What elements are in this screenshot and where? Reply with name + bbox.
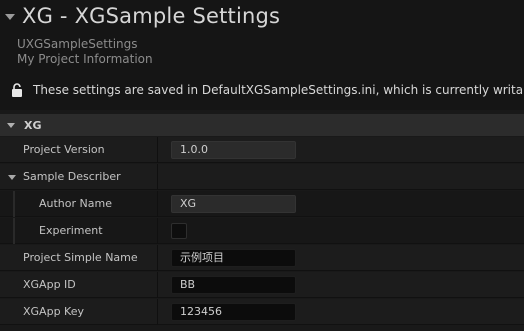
collapse-arrow-icon[interactable] — [5, 14, 15, 20]
column-divider[interactable] — [157, 245, 158, 271]
save-notice-text: These settings are saved in DefaultXGSam… — [33, 83, 524, 97]
property-row-xgapp-id: XGApp ID BB — [0, 272, 524, 298]
property-row-experiment: Experiment — [0, 218, 524, 244]
property-row-sample-describer[interactable]: Sample Describer — [0, 164, 524, 190]
indent-guide — [13, 218, 15, 244]
property-label: XGApp Key — [23, 305, 84, 318]
property-label: Experiment — [39, 224, 103, 237]
category-description: My Project Information — [17, 52, 153, 66]
property-label: Project Version — [23, 143, 105, 156]
project-version-field[interactable]: 1.0.0 — [171, 141, 296, 159]
indent-guide — [13, 191, 15, 217]
property-label: Author Name — [39, 197, 112, 210]
triangle-down-icon[interactable] — [8, 175, 16, 180]
column-divider[interactable] — [157, 218, 158, 244]
experiment-checkbox[interactable] — [171, 223, 187, 239]
property-row-project-version: Project Version 1.0.0 — [0, 137, 524, 163]
settings-header: XG - XGSample Settings UXGSampleSettings… — [0, 0, 524, 110]
column-divider[interactable] — [157, 137, 158, 163]
title-row[interactable]: XG - XGSample Settings — [0, 2, 280, 30]
property-label: XGApp ID — [23, 278, 76, 291]
property-row-project-simple-name: Project Simple Name 示例项目 — [0, 245, 524, 271]
section-label: XG — [24, 118, 42, 132]
author-name-field[interactable]: XG — [171, 195, 296, 213]
project-simple-name-field[interactable]: 示例项目 — [171, 249, 296, 267]
property-row-author-name: Author Name XG — [0, 191, 524, 217]
settings-class-name: UXGSampleSettings — [17, 37, 138, 51]
triangle-down-icon[interactable] — [7, 122, 15, 128]
page-title: XG - XGSample Settings — [22, 4, 281, 28]
xgapp-key-field[interactable]: 123456 — [171, 303, 296, 321]
section-header-xg[interactable]: XG — [0, 114, 524, 136]
xgapp-id-field[interactable]: BB — [171, 276, 296, 294]
column-divider[interactable] — [157, 299, 158, 325]
config-save-notice: These settings are saved in DefaultXGSam… — [10, 81, 524, 99]
unlock-icon — [12, 83, 22, 97]
column-divider[interactable] — [157, 272, 158, 298]
column-divider[interactable] — [157, 164, 158, 190]
property-row-xgapp-key: XGApp Key 123456 — [0, 299, 524, 325]
property-label: Project Simple Name — [23, 251, 138, 264]
property-label: Sample Describer — [23, 170, 121, 183]
column-divider[interactable] — [157, 191, 158, 217]
